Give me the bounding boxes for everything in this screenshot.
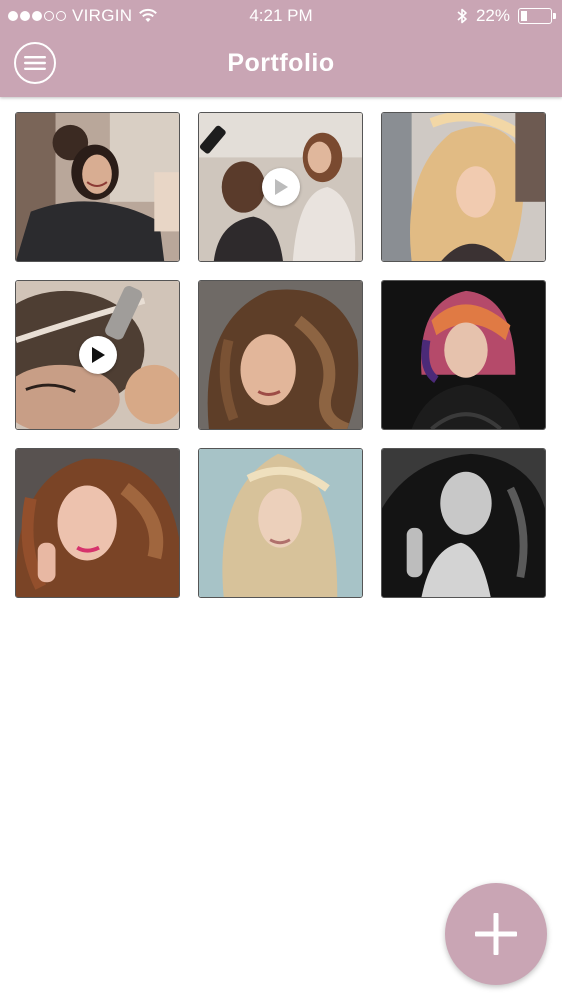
portfolio-item[interactable] — [198, 280, 363, 430]
portfolio-item[interactable] — [198, 448, 363, 598]
portfolio-item[interactable] — [381, 112, 546, 262]
bluetooth-icon — [457, 8, 467, 24]
portfolio-thumbnail-image — [16, 449, 179, 597]
portfolio-thumbnail-image — [16, 113, 179, 261]
battery-level — [521, 11, 528, 21]
add-item-button[interactable] — [445, 883, 547, 985]
battery-percent: 22% — [475, 6, 510, 25]
plus-icon — [475, 913, 517, 955]
battery-icon — [518, 8, 556, 24]
play-icon[interactable] — [261, 168, 300, 206]
portfolio-thumbnail-image — [382, 113, 545, 261]
portfolio-item[interactable] — [381, 448, 546, 598]
portfolio-item-video[interactable] — [15, 280, 180, 430]
status-right: 22% — [456, 6, 556, 26]
portfolio-item[interactable] — [381, 280, 546, 430]
portfolio-thumbnail-image — [199, 281, 362, 429]
portfolio-item-video[interactable] — [198, 112, 363, 262]
portfolio-item[interactable] — [15, 448, 180, 598]
portfolio-thumbnail-image — [199, 449, 362, 597]
status-bar: VIRGIN 4:21 PM 22% — [0, 0, 562, 32]
app-header: VIRGIN 4:21 PM 22% Portfolio — [0, 0, 562, 97]
portfolio-thumbnail-image — [382, 449, 545, 597]
portfolio-item[interactable] — [15, 112, 180, 262]
portfolio-grid — [15, 112, 547, 598]
play-icon[interactable] — [78, 336, 117, 374]
portfolio-thumbnail-image — [382, 281, 545, 429]
page-title: Portfolio — [227, 49, 335, 77]
navigation-bar: Portfolio — [0, 32, 562, 97]
